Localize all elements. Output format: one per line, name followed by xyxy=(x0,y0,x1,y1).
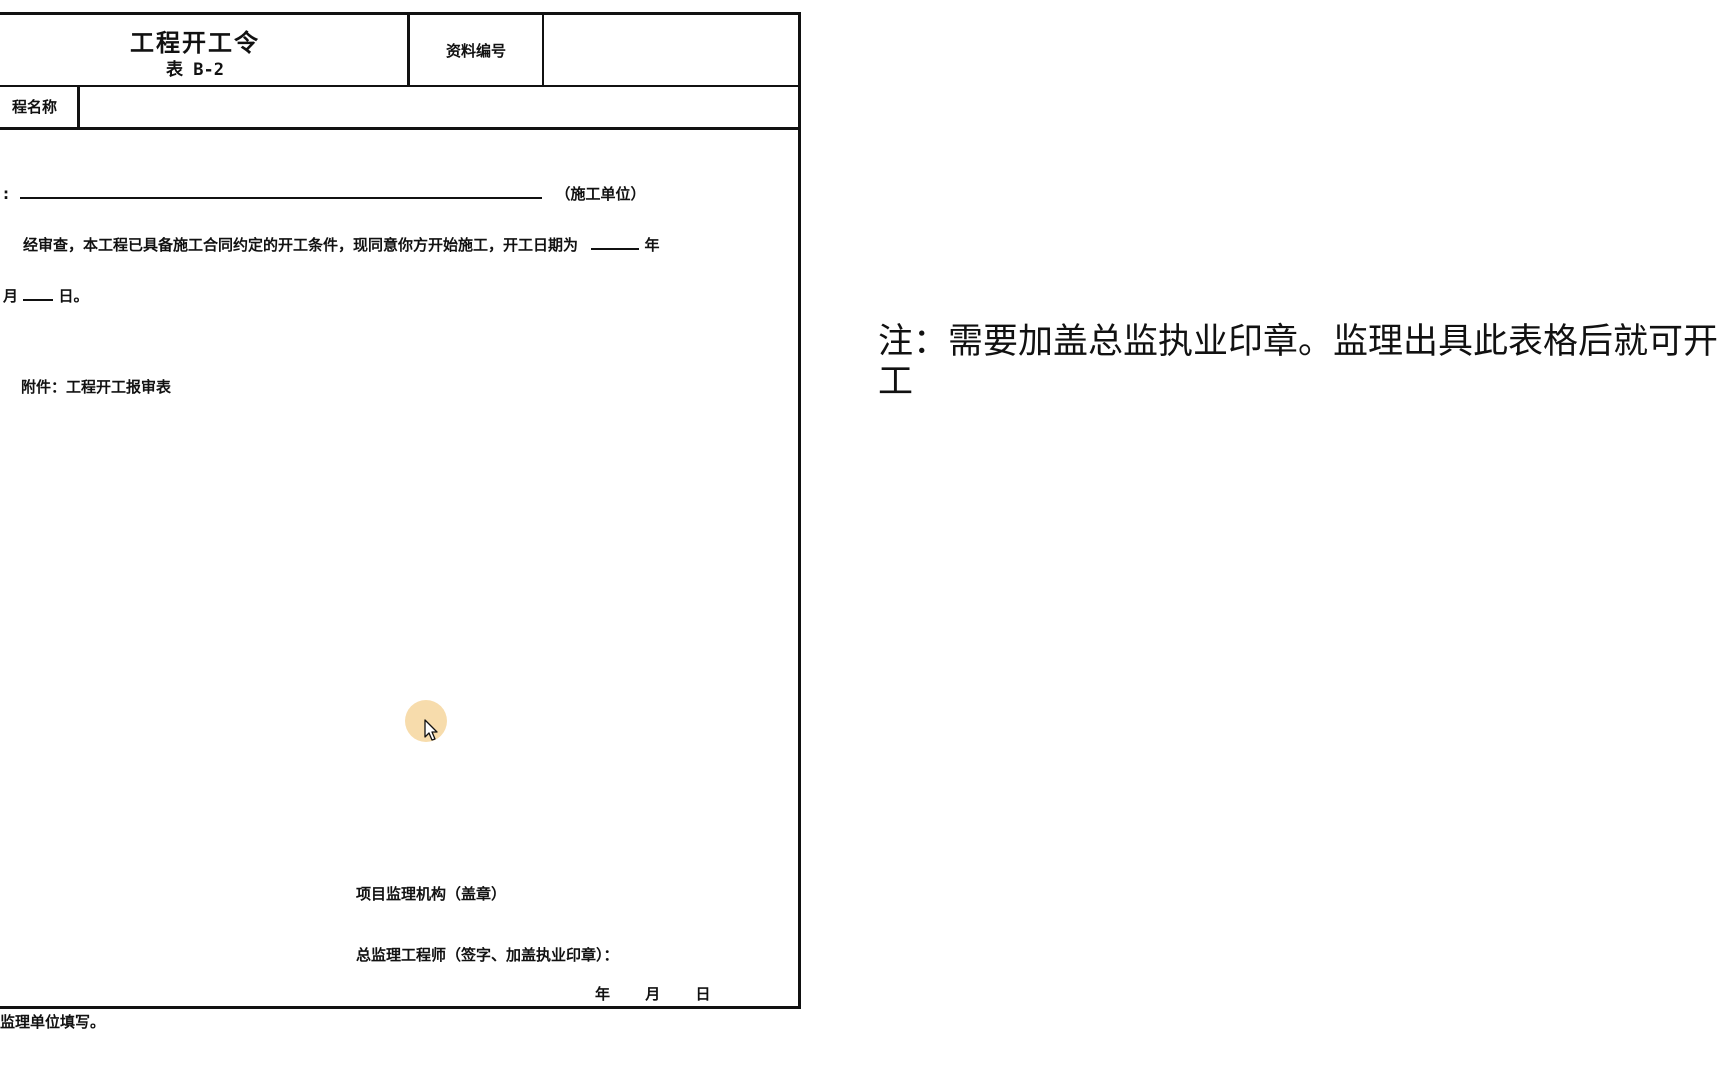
signature-date-line: 年 月 日 xyxy=(595,983,711,1004)
approval-statement: 经审查，本工程已具备施工合同约定的开工条件，现同意你方开始施工，开工日期为 xyxy=(23,236,579,254)
sign-year: 年 xyxy=(595,985,611,1003)
supervision-org-label: 项目监理机构（盖章） xyxy=(356,885,507,903)
addressee-blank[interactable] xyxy=(20,183,543,199)
start-date-line: 月 日。 xyxy=(3,285,89,306)
document-code-label: 资料编号 xyxy=(410,15,544,85)
form-title: 工程开工令 xyxy=(130,29,260,57)
day-char: 日。 xyxy=(58,287,89,305)
attachment-line: 附件：工程开工报审表 xyxy=(21,378,172,396)
month-char: 月 xyxy=(3,287,19,305)
chief-engineer-label: 总监理工程师（签字、加盖执业印章）： xyxy=(356,946,619,964)
sign-day: 日 xyxy=(695,985,711,1003)
sign-month: 月 xyxy=(645,985,661,1003)
start-day-blank[interactable] xyxy=(23,285,54,301)
form-title-cell: 工程开工令 表 B-2 xyxy=(0,15,410,85)
mouse-cursor-icon xyxy=(424,719,438,741)
addressee-suffix: （施工单位） xyxy=(555,185,646,203)
addressee-line: : （施工单位） xyxy=(3,183,645,204)
project-name-row: 程名称 xyxy=(0,85,798,130)
form-header-row: 工程开工令 表 B-2 资料编号 xyxy=(0,15,798,87)
addressee-prefix: : xyxy=(3,185,9,203)
start-year-blank[interactable] xyxy=(591,234,640,250)
form-subtitle: 表 B-2 xyxy=(166,60,224,80)
start-order-form: 工程开工令 表 B-2 资料编号 程名称 : （施工单位） 经审查，本工程已具备… xyxy=(0,12,801,1009)
annotation-note: 注：需要加盖总监执业印章。监理出具此表格后就可开工 xyxy=(878,322,1719,402)
project-name-field[interactable] xyxy=(83,85,798,127)
approval-statement-line: 经审查，本工程已具备施工合同约定的开工条件，现同意你方开始施工，开工日期为 年 xyxy=(23,234,660,255)
document-code-field[interactable] xyxy=(544,15,798,85)
project-name-label: 程名称 xyxy=(0,85,80,127)
form-footnote: 监理单位填写。 xyxy=(0,1013,106,1031)
year-char: 年 xyxy=(644,236,660,254)
